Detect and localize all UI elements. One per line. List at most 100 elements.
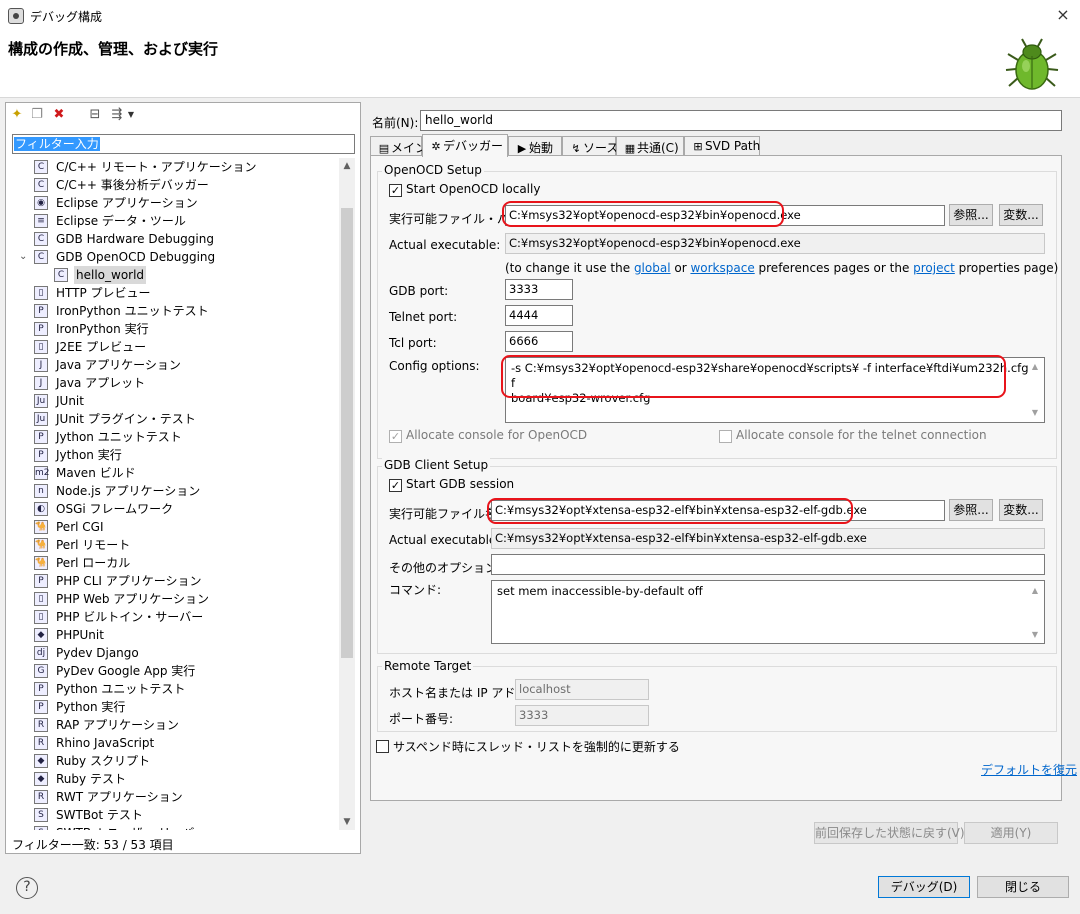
tree-item-label: Ruby テスト — [56, 772, 126, 786]
tab-0[interactable]: ▤ メイン — [370, 136, 427, 156]
tree-item-label: Jython ユニットテスト — [56, 430, 182, 444]
expander-icon[interactable]: ⌄ — [19, 248, 27, 266]
filter-dropdown-icon[interactable]: ▼ — [126, 106, 136, 124]
debug-bug-icon — [1005, 38, 1059, 90]
tree-item-label: Jython 実行 — [56, 448, 122, 462]
revert-button[interactable]: 前回保存した状態に戻す(V) — [814, 822, 965, 844]
commands-label: コマンド: — [389, 583, 442, 597]
tree-item-label: PHP ビルトイン・サーバー — [56, 610, 204, 624]
tab-icon: ✲ — [431, 140, 441, 153]
tree-item-label: Ruby スクリプト — [56, 754, 150, 768]
gdb-port-field[interactable]: 3333 — [505, 279, 573, 300]
close-button[interactable]: 閉じる — [977, 876, 1069, 898]
telnet-port-label: Telnet port: — [389, 310, 458, 324]
tree-item-label: PHP Web アプリケーション — [56, 592, 210, 606]
filter-icon[interactable]: ⇶ — [108, 106, 126, 124]
commands-scroll-up-icon[interactable]: ▲ — [1027, 586, 1043, 595]
project-link[interactable]: project — [913, 261, 955, 275]
highlight-config-options — [501, 355, 1006, 398]
config-type-icon: ▯ — [34, 286, 48, 300]
tree-item-label: SWTBot ユーザー リーバ — [54, 824, 196, 830]
debug-button[interactable]: デバッグ(D) — [878, 876, 970, 898]
name-label: 名前(N): — [372, 116, 419, 130]
scroll-up-icon[interactable]: ▲ — [339, 158, 355, 174]
config-type-icon: ◐ — [34, 502, 48, 516]
debugger-tab-body: OpenOCD Setup ✓ Start OpenOCD locally 実行… — [370, 155, 1077, 801]
configuration-tree: C C/C++ リモート・アプリケーション C C/C++ 事後分析デバッガー ◉ Ecl… — [12, 158, 340, 830]
config-type-icon: dj — [34, 646, 48, 660]
tree-item-label: OSGi フレームワーク — [56, 502, 174, 516]
host-field[interactable]: localhost — [515, 679, 649, 700]
tree-item-label: C/C++ リモート・アプリケーション — [56, 160, 257, 174]
alloc-telnet-console-checkbox[interactable] — [719, 430, 732, 443]
collapse-all-icon[interactable]: ⊟ — [86, 106, 104, 124]
tab-4[interactable]: ▦ 共通(C) — [616, 136, 684, 156]
config-type-icon: C — [34, 232, 48, 246]
scroll-down-icon[interactable]: ▼ — [339, 814, 355, 830]
config-type-icon: ▯ — [34, 592, 48, 606]
dialog-header: 構成の作成、管理、および実行 — [0, 32, 1080, 98]
config-type-icon: 🐪 — [34, 538, 48, 552]
alloc-openocd-console-checkbox[interactable]: ✓ — [389, 430, 402, 443]
tcl-port-field[interactable]: 6666 — [505, 331, 573, 352]
commands-field[interactable]: set mem inaccessible-by-default off — [491, 580, 1045, 644]
tab-icon: ⊞ — [693, 140, 703, 153]
port-field[interactable]: 3333 — [515, 705, 649, 726]
gdb-variables-button[interactable]: 変数... — [999, 499, 1043, 521]
config-type-icon: ≡ — [34, 214, 48, 228]
tree-item-label: Perl CGI — [56, 520, 104, 534]
tab-1[interactable]: ✲ デバッガー — [422, 134, 508, 157]
filter-placeholder: フィルター入力 — [14, 137, 100, 151]
gdb-client-group-title: GDB Client Setup — [382, 458, 491, 472]
tree-item-label: RWT アプリケーション — [56, 790, 183, 804]
tree-item-label: hello_world — [74, 266, 147, 284]
tree-item-label: IronPython ユニットテスト — [56, 304, 209, 318]
filter-input[interactable]: フィルター入力 — [12, 134, 355, 154]
tree-item-label: Pydev Django — [56, 646, 139, 660]
config-type-icon: P — [34, 304, 48, 318]
openocd-actual-field: C:¥msys32¥opt¥openocd-esp32¥bin¥openocd.… — [505, 233, 1045, 254]
other-options-field[interactable] — [491, 554, 1045, 575]
openocd-browse-button[interactable]: 参照... — [949, 204, 993, 226]
delete-icon[interactable]: ✖ — [50, 106, 68, 124]
duplicate-icon[interactable]: ❐ — [28, 106, 46, 124]
tree-item-label: GDB Hardware Debugging — [56, 232, 214, 246]
window-title: デバッグ構成 — [30, 10, 103, 24]
help-icon[interactable]: ? — [16, 877, 38, 899]
start-gdb-checkbox[interactable]: ✓ — [389, 479, 402, 492]
tree-item-label: PHP CLI アプリケーション — [56, 574, 202, 588]
tree-scrollbar[interactable]: ▲ ▼ — [339, 158, 355, 830]
commands-scroll-down-icon[interactable]: ▼ — [1027, 630, 1043, 639]
openocd-variables-button[interactable]: 変数... — [999, 204, 1043, 226]
config-scroll-down-icon[interactable]: ▼ — [1027, 408, 1043, 417]
tab-label: 始動 — [529, 141, 554, 155]
workspace-link[interactable]: workspace — [690, 261, 754, 275]
gdb-port-label: GDB port: — [389, 284, 449, 298]
tab-2[interactable]: ▶ 始動 — [508, 136, 562, 156]
new-config-icon[interactable]: ✦ — [8, 106, 26, 124]
close-icon[interactable]: × — [1052, 4, 1074, 26]
tree-item-label: GDB OpenOCD Debugging — [56, 250, 216, 264]
tab-icon: ▶ — [517, 142, 527, 155]
gdb-browse-button[interactable]: 参照... — [949, 499, 993, 521]
tree-item-label: JUnit プラグイン・テスト — [56, 412, 196, 426]
force-thread-refresh-label: サスペンド時にスレッド・リストを強制的に更新する — [393, 740, 680, 754]
config-scroll-up-icon[interactable]: ▲ — [1027, 362, 1043, 371]
tab-5[interactable]: ⊞ SVD Path — [684, 136, 760, 156]
tree-item-label: RAP アプリケーション — [56, 718, 179, 732]
tree-item-label: Java アプレット — [56, 376, 146, 390]
config-type-icon: R — [34, 736, 48, 750]
restore-defaults-link[interactable]: デフォルトを復元 — [981, 761, 1077, 778]
scroll-thumb[interactable] — [341, 208, 353, 658]
telnet-port-field[interactable]: 4444 — [505, 305, 573, 326]
tab-3[interactable]: ↯ ソース — [562, 136, 618, 156]
gdb-actual-field: C:¥msys32¥opt¥xtensa-esp32-elf¥bin¥xtens… — [491, 528, 1045, 549]
apply-button[interactable]: 適用(Y) — [964, 822, 1058, 844]
tab-icon: ▦ — [624, 142, 636, 155]
global-link[interactable]: global — [634, 261, 671, 275]
tree-item-label: J2EE プレビュー — [56, 340, 147, 354]
force-thread-refresh-checkbox[interactable] — [376, 740, 389, 753]
start-openocd-checkbox[interactable]: ✓ — [389, 184, 402, 197]
name-field[interactable]: hello_world — [420, 110, 1062, 131]
config-options-label: Config options: — [389, 359, 480, 373]
